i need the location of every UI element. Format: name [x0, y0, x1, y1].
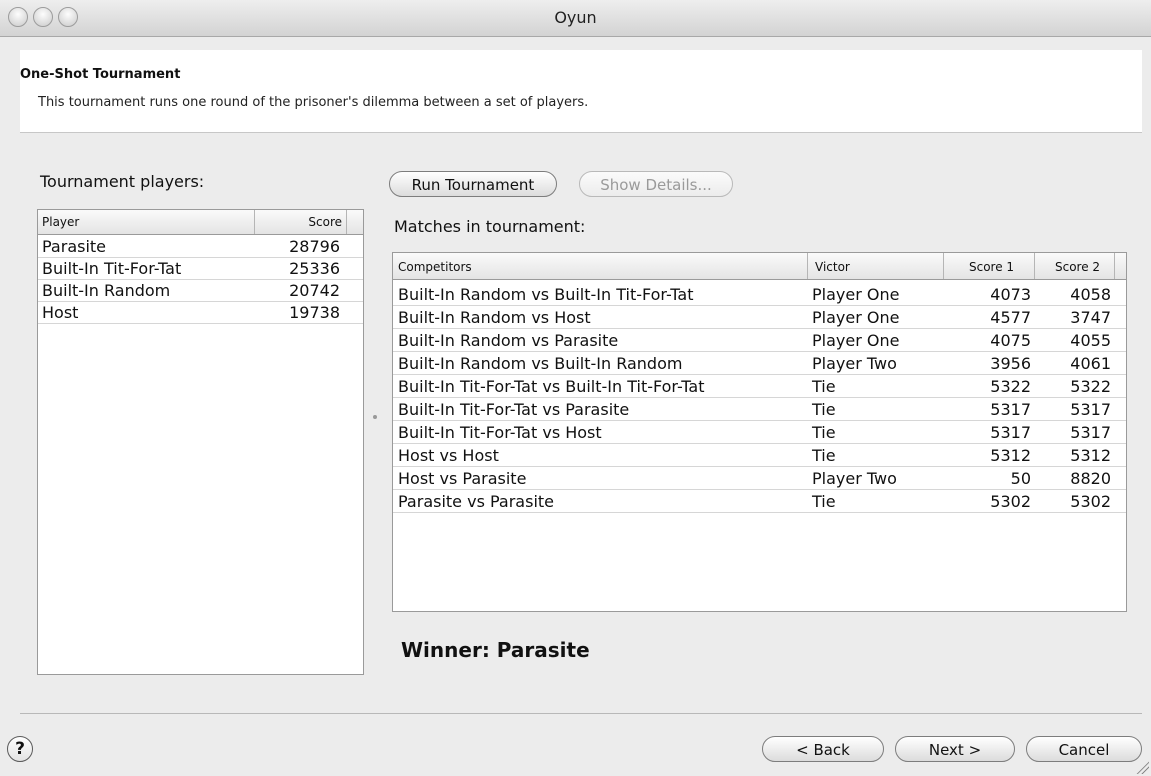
table-row[interactable]: Host vs Parasite Player Two 50 8820 [393, 467, 1126, 490]
column-header-player[interactable]: Player [42, 215, 79, 229]
match-victor: Player One [812, 285, 900, 304]
table-row[interactable]: Built-In Random vs Parasite Player One 4… [393, 329, 1126, 352]
match-score1: 4577 [990, 308, 1031, 327]
table-row[interactable]: Built-In Random 20742 [38, 280, 363, 302]
match-victor: Tie [812, 423, 836, 442]
match-victor: Tie [812, 377, 836, 396]
table-row[interactable]: Host 19738 [38, 302, 363, 324]
table-row[interactable]: Parasite 28796 [38, 236, 363, 258]
match-score1: 5312 [990, 446, 1031, 465]
column-divider [1114, 253, 1115, 279]
match-competitors: Host vs Host [398, 446, 499, 465]
match-score2: 5317 [1070, 423, 1111, 442]
player-score: 25336 [289, 259, 340, 278]
column-header-victor[interactable]: Victor [815, 260, 850, 274]
column-header-score1[interactable]: Score 1 [969, 260, 1014, 274]
match-victor: Player One [812, 308, 900, 327]
table-row[interactable]: Built-In Random vs Host Player One 4577 … [393, 306, 1126, 329]
match-competitors: Host vs Parasite [398, 469, 527, 488]
match-score2: 5322 [1070, 377, 1111, 396]
match-score2: 5312 [1070, 446, 1111, 465]
match-score1: 4073 [990, 285, 1031, 304]
match-victor: Player One [812, 331, 900, 350]
match-competitors: Built-In Tit-For-Tat vs Host [398, 423, 602, 442]
column-header-score2[interactable]: Score 2 [1055, 260, 1100, 274]
matches-table[interactable]: Competitors Victor Score 1 Score 2 Built… [392, 252, 1127, 612]
table-row[interactable]: Built-In Tit-For-Tat 25336 [38, 258, 363, 280]
player-name: Parasite [42, 237, 107, 256]
player-score: 20742 [289, 281, 340, 300]
table-row[interactable]: Built-In Random vs Built-In Tit-For-Tat … [393, 283, 1126, 306]
player-name: Built-In Tit-For-Tat [42, 259, 182, 278]
resize-grip-icon[interactable] [1135, 760, 1149, 774]
banner-description: This tournament runs one round of the pr… [38, 95, 589, 110]
match-score2: 4055 [1070, 331, 1111, 350]
match-score1: 5317 [990, 400, 1031, 419]
match-competitors: Built-In Random vs Host [398, 308, 591, 327]
table-row[interactable]: Built-In Tit-For-Tat vs Host Tie 5317 53… [393, 421, 1126, 444]
match-competitors: Built-In Tit-For-Tat vs Built-In Tit-For… [398, 377, 705, 396]
match-competitors: Built-In Random vs Parasite [398, 331, 619, 350]
table-row[interactable]: Parasite vs Parasite Tie 5302 5302 [393, 490, 1126, 513]
banner-title: One-Shot Tournament [20, 67, 181, 82]
players-table-header: Player Score [38, 210, 363, 235]
matches-table-header: Competitors Victor Score 1 Score 2 [393, 253, 1126, 280]
match-score1: 50 [1010, 469, 1031, 488]
match-victor: Tie [812, 400, 836, 419]
match-victor: Tie [812, 492, 836, 511]
table-row[interactable]: Host vs Host Tie 5312 5312 [393, 444, 1126, 467]
match-victor: Player Two [812, 354, 897, 373]
column-divider [254, 210, 255, 234]
players-label: Tournament players: [40, 172, 205, 191]
player-name: Host [42, 303, 79, 322]
window-title: Oyun [554, 8, 597, 27]
splitter-handle[interactable] [373, 415, 377, 419]
match-score1: 3956 [990, 354, 1031, 373]
match-score2: 3747 [1070, 308, 1111, 327]
table-row[interactable]: Built-In Random vs Built-In Random Playe… [393, 352, 1126, 375]
wizard-banner: One-Shot Tournament This tournament runs… [20, 50, 1142, 133]
next-button[interactable]: Next > [895, 736, 1015, 762]
match-score2: 4058 [1070, 285, 1111, 304]
column-divider [1034, 253, 1035, 279]
back-button[interactable]: < Back [762, 736, 884, 762]
match-score2: 4061 [1070, 354, 1111, 373]
show-details-button[interactable]: Show Details... [579, 171, 733, 197]
match-score1: 5302 [990, 492, 1031, 511]
title-bar: Oyun [0, 0, 1151, 37]
help-icon[interactable]: ? [7, 736, 33, 762]
match-score1: 5322 [990, 377, 1031, 396]
player-name: Built-In Random [42, 281, 171, 300]
match-score1: 5317 [990, 423, 1031, 442]
column-divider [346, 210, 347, 234]
run-tournament-button[interactable]: Run Tournament [389, 171, 557, 197]
match-score2: 5317 [1070, 400, 1111, 419]
match-victor: Player Two [812, 469, 897, 488]
player-score: 19738 [289, 303, 340, 322]
table-row[interactable]: Built-In Tit-For-Tat vs Built-In Tit-For… [393, 375, 1126, 398]
match-score2: 8820 [1070, 469, 1111, 488]
matches-label: Matches in tournament: [394, 217, 586, 236]
match-score1: 4075 [990, 331, 1031, 350]
player-score: 28796 [289, 237, 340, 256]
match-competitors: Built-In Random vs Built-In Tit-For-Tat [398, 285, 694, 304]
column-header-score[interactable]: Score [256, 215, 342, 229]
match-competitors: Built-In Tit-For-Tat vs Parasite [398, 400, 630, 419]
match-competitors: Parasite vs Parasite [398, 492, 555, 511]
match-competitors: Built-In Random vs Built-In Random [398, 354, 683, 373]
column-divider [807, 253, 808, 279]
cancel-button[interactable]: Cancel [1026, 736, 1142, 762]
column-header-competitors[interactable]: Competitors [398, 260, 472, 274]
match-victor: Tie [812, 446, 836, 465]
players-table[interactable]: Player Score Parasite 28796 Built-In Tit… [37, 209, 364, 675]
winner-label: Winner: Parasite [401, 638, 590, 662]
footer-divider [20, 713, 1142, 714]
table-row[interactable]: Built-In Tit-For-Tat vs Parasite Tie 531… [393, 398, 1126, 421]
column-divider [943, 253, 944, 279]
match-score2: 5302 [1070, 492, 1111, 511]
